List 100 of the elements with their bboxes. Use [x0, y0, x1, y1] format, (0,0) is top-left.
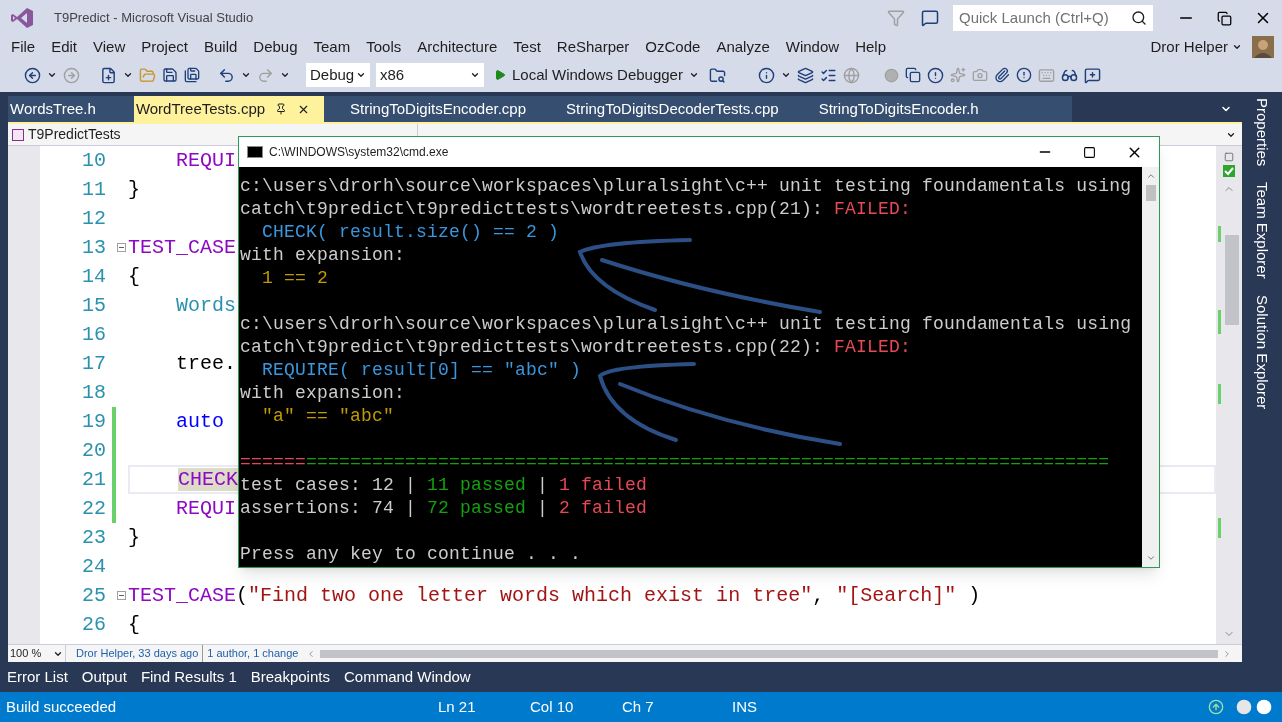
maximize-icon[interactable] — [1083, 145, 1096, 159]
change-marker — [1218, 226, 1221, 242]
caret-icon[interactable] — [356, 70, 366, 80]
console-text: CHECK( result.size() == 2 ) — [261, 221, 560, 244]
caret-icon[interactable] — [1232, 42, 1242, 52]
quick-launch-field[interactable]: Quick Launch (Ctrl+Q) — [953, 5, 1153, 31]
menu-item[interactable]: File — [3, 35, 44, 59]
scroll-up-icon[interactable] — [1145, 171, 1156, 181]
caret-icon[interactable] — [470, 70, 480, 80]
console-text: c:\users\drorh\source\workspaces\pluralsight\c++ unit testing foundamentals using — [240, 175, 1132, 198]
undo-icon[interactable] — [218, 66, 235, 84]
menu-item[interactable]: View — [85, 35, 134, 59]
line-number: 15 — [81, 292, 106, 319]
menu-item[interactable]: Test — [505, 35, 549, 59]
menu-item[interactable]: OzCode — [637, 35, 709, 59]
console-text: =============================================================================== — [240, 451, 1110, 474]
side-panel-tab[interactable]: Properties — [1250, 98, 1274, 167]
collapse-icon[interactable] — [117, 591, 126, 600]
console-title: C:\WINDOWS\system32\cmd.exe — [269, 144, 449, 161]
console-text: Press any key to continue . . . — [240, 543, 582, 566]
tool-window-tab[interactable]: Command Window — [338, 665, 476, 689]
file-tab[interactable]: WordTreeTests.cpp — [133, 96, 325, 122]
tool-window-tab[interactable]: Error List — [2, 665, 73, 689]
menu-item[interactable]: Analyze — [708, 35, 778, 59]
code-lens-changes[interactable]: 1 author, 1 change — [207, 645, 299, 662]
paperclip-icon[interactable] — [993, 67, 1010, 83]
search-icon[interactable] — [1131, 10, 1147, 26]
restore-icon[interactable] — [1217, 10, 1232, 26]
caret-icon[interactable] — [123, 70, 133, 80]
menu-item[interactable]: Architecture — [409, 35, 506, 59]
layers-icon[interactable] — [796, 66, 814, 84]
menu-item[interactable]: Help — [847, 35, 894, 59]
menu-item[interactable]: Debug — [245, 35, 306, 59]
back-icon[interactable] — [24, 66, 41, 84]
menu-item[interactable]: Window — [777, 35, 848, 59]
line-number: 22 — [81, 495, 106, 522]
notification-icon[interactable] — [1236, 699, 1252, 715]
caret-icon[interactable] — [780, 70, 791, 80]
caret-icon[interactable] — [688, 70, 699, 80]
line-number: 16 — [81, 321, 106, 348]
scroll-thumb[interactable] — [1225, 235, 1239, 325]
scroll-thumb[interactable] — [1145, 185, 1156, 201]
caret-icon[interactable] — [241, 70, 251, 80]
line-number: 13 — [81, 234, 106, 261]
code-text: TEST_CASE — [128, 234, 237, 261]
code-text: } — [128, 524, 140, 551]
tool-window-tab[interactable]: Find Results 1 — [135, 665, 242, 689]
copy-icon[interactable] — [904, 67, 921, 83]
console-text: 1 == 2 — [261, 267, 328, 290]
menu-item[interactable]: Project — [133, 35, 196, 59]
feedback-icon[interactable] — [921, 9, 939, 27]
line-number: 18 — [81, 379, 106, 406]
char-indicator: Ch 7 — [622, 696, 655, 717]
console-text: test cases: 12 | 11 passed | 1 failed — [240, 474, 648, 497]
find-folder-icon[interactable] — [708, 66, 726, 84]
tool-window-tab[interactable]: Output — [76, 665, 132, 689]
platform-dropdown[interactable]: x86 — [376, 63, 484, 87]
publish-icon[interactable] — [1208, 699, 1224, 715]
change-marker — [1218, 384, 1221, 404]
line-number: 23 — [81, 524, 106, 551]
menu-item[interactable]: Team — [305, 35, 359, 59]
save-icon[interactable] — [162, 67, 178, 83]
line-number: 20 — [81, 437, 106, 464]
visual-studio-logo — [10, 7, 34, 29]
console-text: c:\users\drorh\source\workspaces\pluralsight\c++ unit testing foundamentals using — [240, 313, 1132, 336]
caret-icon[interactable] — [47, 70, 57, 80]
run-button[interactable]: Local Windows Debugger — [490, 63, 703, 87]
line-indicator: Ln 21 — [438, 696, 477, 717]
code-lens-author[interactable]: Dror Helper, 33 days ago — [76, 645, 204, 662]
split-icon[interactable] — [1224, 152, 1234, 162]
new-project-icon[interactable] — [100, 66, 117, 84]
menu-item[interactable]: ReSharper — [548, 35, 638, 59]
side-panel-tab[interactable]: Team Explorer — [1250, 182, 1274, 280]
menu-item[interactable]: Tools — [358, 35, 410, 59]
caret-icon[interactable] — [280, 70, 290, 80]
line-number: 10 — [81, 147, 106, 174]
avatar[interactable] — [1252, 36, 1274, 58]
tool-window-tab[interactable]: Breakpoints — [245, 665, 335, 689]
file-tab[interactable]: WordsTree.h — [8, 96, 110, 122]
file-tab[interactable]: StringToDigitsEncoder.h — [816, 96, 993, 122]
line-number: 25 — [81, 582, 106, 609]
collapse-icon[interactable] — [117, 243, 126, 252]
alert-icon[interactable] — [926, 66, 944, 84]
menu-item[interactable]: Build — [195, 35, 246, 59]
console-scrollbar[interactable] — [1142, 167, 1159, 567]
comment-icon[interactable] — [1083, 66, 1101, 84]
pin-icon[interactable] — [275, 103, 288, 115]
configuration-dropdown[interactable]: Debug — [306, 63, 370, 87]
file-tab[interactable]: StringToDigitsEncoder.cpp — [348, 96, 541, 122]
zoom-dropdown[interactable]: 100 % — [8, 645, 66, 662]
vertical-scrollbar[interactable] — [1216, 146, 1242, 644]
alert-check-icon[interactable] — [1015, 67, 1032, 83]
file-tab[interactable]: StringToDigitsDecoderTests.cpp — [564, 96, 793, 122]
user-name[interactable]: Dror Helper — [1150, 35, 1228, 59]
console-text: "a" == "abc" — [261, 405, 395, 428]
scroll-down-icon[interactable] — [1145, 553, 1156, 563]
menu-item[interactable]: Edit — [43, 35, 86, 59]
info-icon[interactable] — [757, 66, 775, 84]
save-all-icon[interactable] — [184, 67, 200, 83]
side-panel-tab[interactable]: Solution Explorer — [1250, 295, 1274, 410]
